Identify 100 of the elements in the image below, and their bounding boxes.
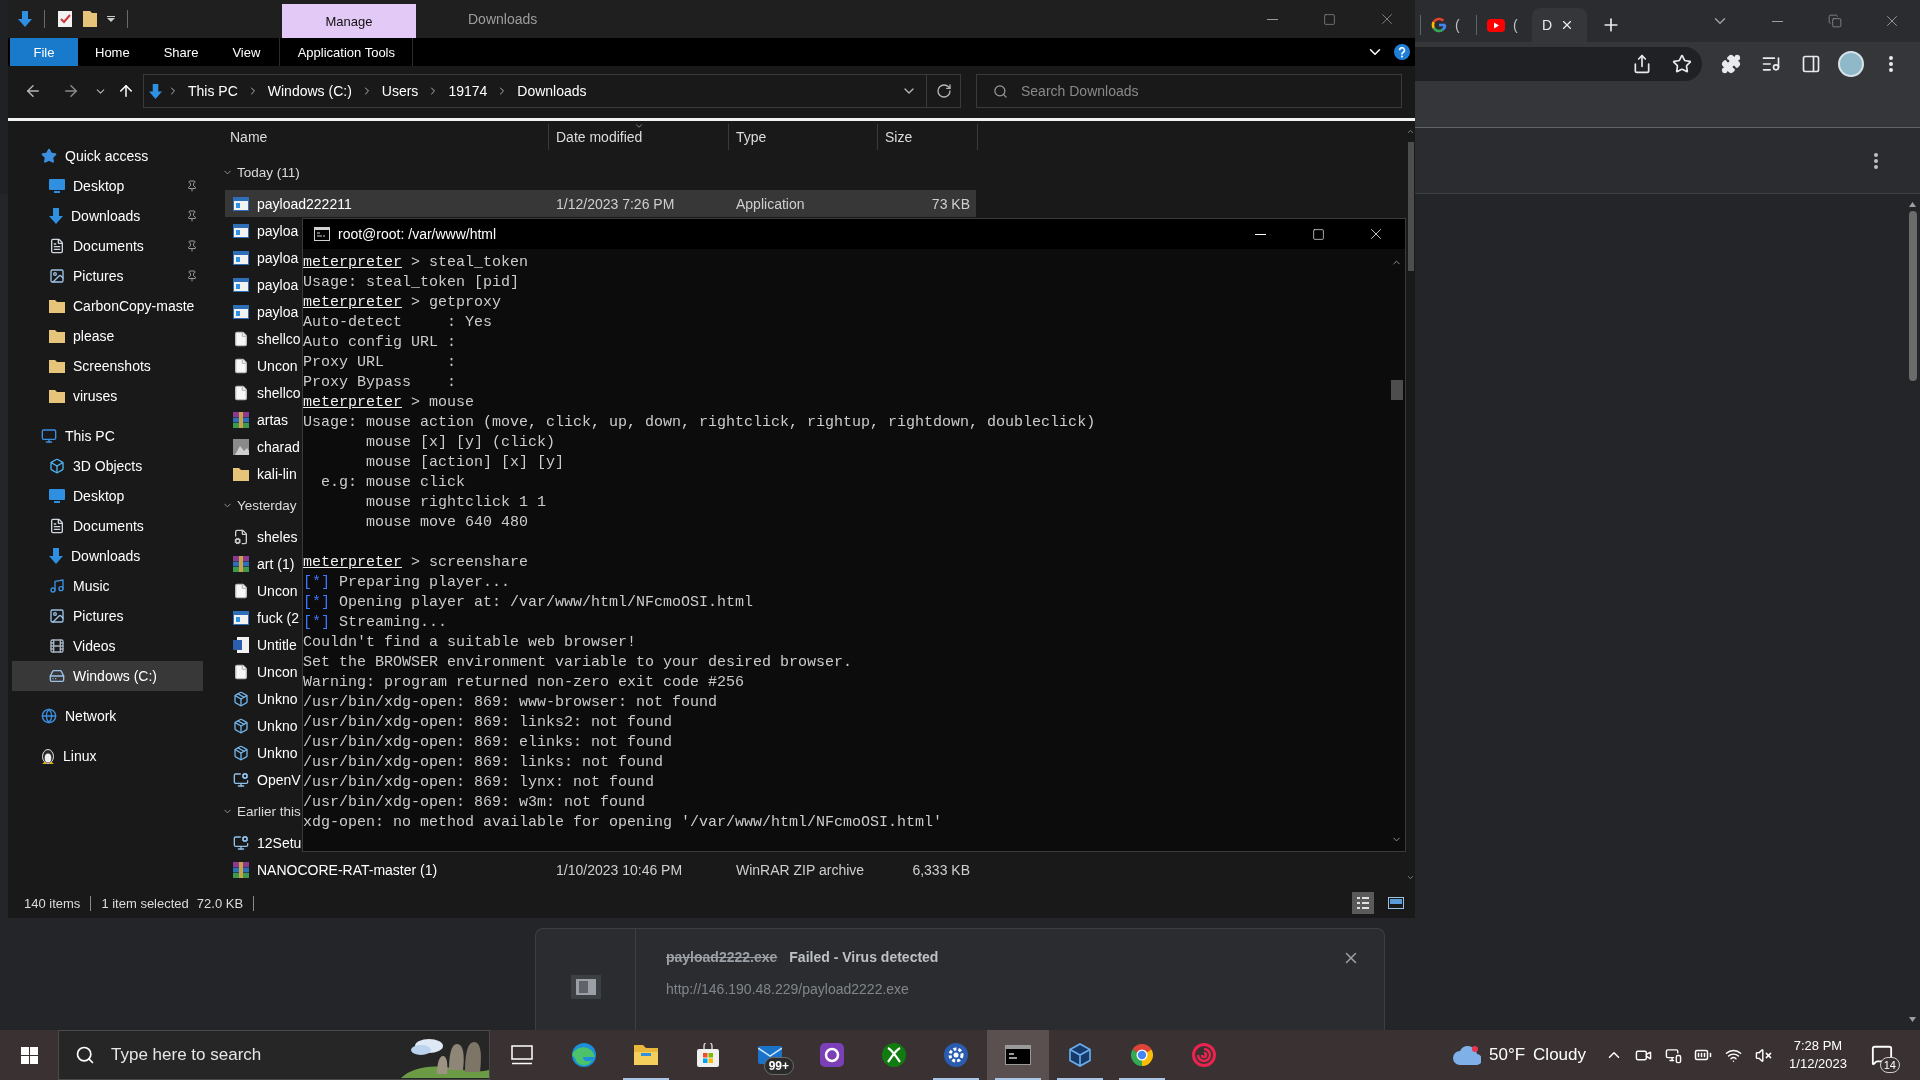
output-line: /usr/bin/xdg-open: 869: lynx: not found: [303, 773, 655, 793]
file-row[interactable]: payloa: [225, 244, 301, 271]
file-name: OpenV: [257, 771, 301, 788]
file-row[interactable]: payload222211 1/12/2023 7:26 PM Application 73 KB: [225, 190, 976, 217]
output-line: Auto-detect : Yes: [303, 313, 493, 333]
nav-item[interactable]: This PC: [12, 421, 203, 451]
column-header[interactable]: Name: [222, 124, 549, 150]
file-row[interactable]: Uncon: [225, 577, 301, 604]
nav-item[interactable]: Music: [12, 571, 203, 601]
file-row[interactable]: artas: [225, 406, 301, 433]
nav-item[interactable]: Quick access: [12, 141, 203, 171]
file-name: charad: [257, 438, 300, 455]
nav-item[interactable]: Network: [12, 701, 203, 731]
view-mode-button[interactable]: [1352, 892, 1374, 914]
group-header[interactable]: Yesterday: [222, 487, 297, 523]
file-row[interactable]: Unkno: [225, 739, 301, 766]
nav-item[interactable]: please: [12, 321, 203, 351]
file-row[interactable]: fuck (2: [225, 604, 301, 631]
taskbar-button[interactable]: 99+: [739, 1030, 801, 1080]
file-row[interactable]: payloa: [225, 217, 301, 244]
nav-item[interactable]: Documents: [12, 511, 203, 541]
breadcrumb[interactable]: Users: [377, 78, 423, 104]
column-header[interactable]: Size: [878, 124, 978, 150]
nav-item[interactable]: Documents: [12, 231, 203, 261]
nav-item[interactable]: Pictures: [12, 601, 203, 631]
nav-item[interactable]: Desktop: [12, 171, 203, 201]
ribbon-tab[interactable]: Share: [146, 38, 216, 66]
column-header[interactable]: Date modified: [549, 124, 729, 150]
file-row[interactable]: sheles: [225, 523, 301, 550]
nav-item[interactable]: Downloads: [12, 541, 203, 571]
address-bar[interactable]: This PC Windows (C:) Users 19174 Downloads: [143, 74, 961, 108]
app-window-icon: [233, 610, 249, 625]
group-header[interactable]: Today (11): [222, 154, 300, 190]
ribbon-tab[interactable]: View: [215, 38, 278, 66]
weather-button[interactable]: 50°F Cloudy: [1447, 1030, 1592, 1080]
console-icon: [1005, 1045, 1031, 1065]
notifications-button[interactable]: 14: [1858, 1030, 1906, 1080]
scrollbar-thumb[interactable]: [1407, 142, 1414, 271]
nav-item[interactable]: Windows (C:): [12, 661, 203, 691]
file-name: sheles: [257, 528, 298, 545]
ribbon-tab[interactable]: Application Tools: [279, 38, 414, 66]
file-row[interactable]: art (1): [225, 550, 301, 577]
cube-icon: [1068, 1043, 1092, 1067]
file-row[interactable]: Uncon: [225, 352, 301, 379]
breadcrumb[interactable]: This PC: [184, 78, 242, 104]
file-row[interactable]: OpenV: [225, 766, 301, 793]
download-link[interactable]: http://146.190.48.229/payload2222.exe: [666, 980, 909, 998]
count-badge: 14: [1879, 1057, 1900, 1073]
scrollbar-thumb[interactable]: [1908, 211, 1917, 381]
taskbar-button[interactable]: [987, 1030, 1049, 1080]
clock[interactable]: 7:28 PM 1/12/2023: [1778, 1030, 1858, 1080]
ribbon-tab[interactable]: Home: [78, 38, 147, 66]
nav-item[interactable]: CarbonCopy-maste: [12, 291, 203, 321]
nav-item[interactable]: viruses: [12, 381, 203, 411]
nav-item[interactable]: Desktop: [12, 481, 203, 511]
help-icon: [1394, 44, 1410, 60]
file-row[interactable]: kali-lin: [225, 460, 301, 487]
search-field[interactable]: Search Downloads: [976, 74, 1402, 108]
nav-item[interactable]: Pictures: [12, 261, 203, 291]
group-header[interactable]: Earlier this: [222, 793, 301, 829]
column-header[interactable]: Type: [729, 124, 878, 150]
file-row[interactable]: Untitle: [225, 631, 301, 658]
folder-icon: [83, 11, 97, 27]
nav-item[interactable]: 3D Objects: [12, 451, 203, 481]
minimize-icon: [1267, 18, 1278, 20]
file-row[interactable]: 12Setu: [225, 829, 301, 856]
scrollbar-thumb[interactable]: [1390, 380, 1403, 400]
breadcrumb[interactable]: Windows (C:): [263, 78, 356, 104]
triangle-up-icon: [1909, 202, 1916, 207]
browser-tab[interactable]: (: [1477, 8, 1532, 42]
breadcrumb[interactable]: Downloads: [513, 78, 591, 104]
file-row[interactable]: shellco: [225, 379, 301, 406]
file-icon: [570, 975, 601, 999]
status-text: 1 item selected: [101, 895, 189, 911]
prompt-line: meterpreter > mouse: [303, 393, 475, 413]
file-row[interactable]: shellco: [225, 325, 301, 352]
file-row[interactable]: NANOCORE-RAT-master (1) 1/10/2023 10:46 PM WinRAR ZIP archive 6,333 KB: [225, 856, 976, 883]
file-row[interactable]: payloa: [225, 271, 301, 298]
search-input[interactable]: Search Downloads: [1021, 75, 1401, 107]
help-button[interactable]: [1394, 44, 1410, 60]
file-row[interactable]: Unkno: [225, 685, 301, 712]
package-icon: [233, 690, 249, 707]
nav-item[interactable]: Videos: [12, 631, 203, 661]
search-input[interactable]: Type here to search: [111, 1031, 385, 1079]
browser-tab[interactable]: (: [1421, 8, 1476, 42]
nav-item[interactable]: Screenshots: [12, 351, 203, 381]
nav-item[interactable]: Linux: [12, 741, 203, 771]
package-icon: [233, 717, 249, 734]
file-name: payloa: [257, 276, 299, 293]
browser-tab[interactable]: D: [1532, 8, 1587, 42]
ribbon-tab[interactable]: File: [10, 38, 78, 66]
file-row[interactable]: Uncon: [225, 658, 301, 685]
output-line: /usr/bin/xdg-open: 869: w3m: not found: [303, 793, 646, 813]
file-row[interactable]: payloa: [225, 298, 301, 325]
file-row[interactable]: charad: [225, 433, 301, 460]
address-bar[interactable]: [1415, 47, 1702, 81]
file-row[interactable]: Unkno: [225, 712, 301, 739]
nav-item[interactable]: Downloads: [12, 201, 203, 231]
search-field[interactable]: Type here to search: [58, 1030, 490, 1080]
breadcrumb[interactable]: 19174: [444, 78, 492, 104]
